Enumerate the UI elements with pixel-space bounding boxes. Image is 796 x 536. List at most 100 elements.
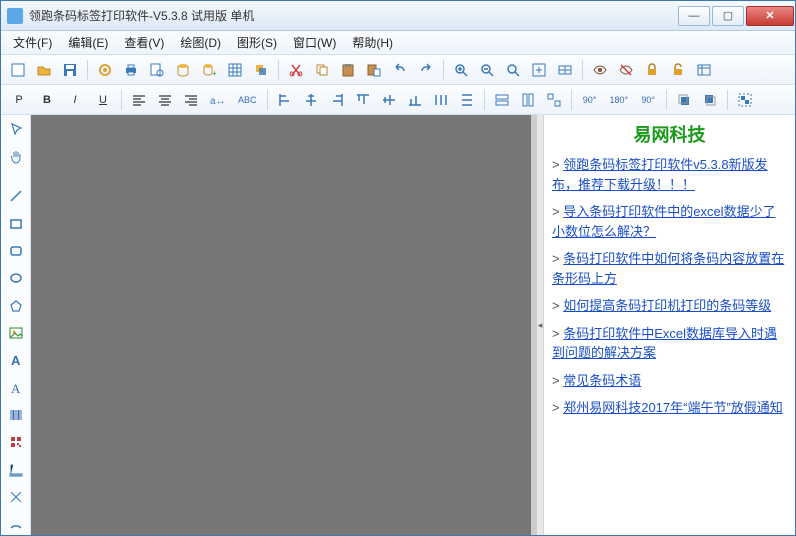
image-tool[interactable] xyxy=(5,322,27,343)
news-link[interactable]: 条码打印软件中如何将条码内容放置在条形码上方 xyxy=(552,251,784,286)
print-preview-button[interactable] xyxy=(146,59,168,81)
font-plain-button[interactable]: P xyxy=(7,89,31,111)
redo-button[interactable] xyxy=(415,59,437,81)
line-tool[interactable] xyxy=(5,186,27,207)
same-height-button[interactable] xyxy=(517,89,539,111)
print-button[interactable] xyxy=(120,59,142,81)
menu-shapes[interactable]: 图形(S) xyxy=(229,31,285,54)
open-button[interactable] xyxy=(33,59,55,81)
grid-button[interactable] xyxy=(224,59,246,81)
align-obj-vcenter-button[interactable] xyxy=(378,89,400,111)
bring-front-button[interactable] xyxy=(673,89,695,111)
distribute-v-button[interactable] xyxy=(456,89,478,111)
select-tool[interactable] xyxy=(5,119,27,140)
arrow-icon: > xyxy=(552,157,563,172)
distribute-h-button[interactable] xyxy=(430,89,452,111)
menu-file[interactable]: 文件(F) xyxy=(5,31,60,54)
zoom-fit-button[interactable] xyxy=(528,59,550,81)
align-left-button[interactable] xyxy=(128,89,150,111)
app-icon xyxy=(7,8,23,24)
hide-button[interactable] xyxy=(615,59,637,81)
align-center-button[interactable] xyxy=(154,89,176,111)
barcode-tool[interactable] xyxy=(5,404,27,425)
lock-button[interactable] xyxy=(641,59,663,81)
font-bold-button[interactable]: B xyxy=(35,89,59,111)
menu-help[interactable]: 帮助(H) xyxy=(344,31,401,54)
canvas-area[interactable] xyxy=(31,115,537,535)
undo-button[interactable] xyxy=(389,59,411,81)
news-link[interactable]: 郑州易网科技2017年“端午节”放假通知 xyxy=(563,400,783,415)
cut-button[interactable] xyxy=(285,59,307,81)
unlock-button[interactable] xyxy=(667,59,689,81)
text-tool[interactable]: A xyxy=(5,350,27,371)
same-size-button[interactable] xyxy=(543,89,565,111)
news-item: > 郑州易网科技2017年“端午节”放假通知 xyxy=(552,398,787,418)
zoom-100-button[interactable] xyxy=(554,59,576,81)
database-add-button[interactable]: + xyxy=(198,59,220,81)
properties-button[interactable] xyxy=(693,59,715,81)
text-abc-button[interactable]: ABC xyxy=(234,89,261,111)
news-link[interactable]: 导入条码打印软件中的excel数据少了小数位怎么解决？ xyxy=(552,204,776,239)
rotate-left-button[interactable]: 90° xyxy=(578,89,602,111)
zoom-out-button[interactable] xyxy=(476,59,498,81)
align-obj-left-button[interactable] xyxy=(274,89,296,111)
ruler-tool[interactable] xyxy=(5,459,27,480)
align-obj-top-button[interactable] xyxy=(352,89,374,111)
news-link[interactable]: 条码打印软件中Excel数据库导入时遇到问题的解决方案 xyxy=(552,326,777,361)
roundrect-tool[interactable] xyxy=(5,240,27,261)
news-link[interactable]: 如何提高条码打印机打印的条码等级 xyxy=(563,298,771,313)
arc-tool[interactable] xyxy=(5,514,27,535)
qrcode-tool[interactable] xyxy=(5,432,27,453)
polygon-tool[interactable] xyxy=(5,295,27,316)
pan-tool[interactable] xyxy=(5,146,27,167)
rect-tool[interactable] xyxy=(5,213,27,234)
char-spacing-button[interactable]: a↔b xyxy=(206,89,230,111)
news-item: > 导入条码打印软件中的excel数据少了小数位怎么解决？ xyxy=(552,202,787,241)
news-item: > 条码打印软件中如何将条码内容放置在条形码上方 xyxy=(552,249,787,288)
svg-text:a↔b: a↔b xyxy=(210,96,226,106)
font-italic-button[interactable]: I xyxy=(63,89,87,111)
zoom-in-button[interactable] xyxy=(450,59,472,81)
copy-button[interactable] xyxy=(311,59,333,81)
diagonal-tool[interactable] xyxy=(5,486,27,507)
group-button[interactable] xyxy=(734,89,756,111)
workspace: A A ◂ 易网科技 > 领跑条码标签打印软件v5.3.8新版发布，推荐下载升级… xyxy=(1,115,795,535)
send-back-button[interactable] xyxy=(699,89,721,111)
settings-button[interactable] xyxy=(94,59,116,81)
news-link[interactable]: 领跑条码标签打印软件v5.3.8新版发布，推荐下载升级！！！ xyxy=(552,157,768,192)
panel-heading: 易网科技 xyxy=(552,121,787,147)
align-obj-hcenter-button[interactable] xyxy=(300,89,322,111)
align-obj-right-button[interactable] xyxy=(326,89,348,111)
paste-special-button[interactable] xyxy=(363,59,385,81)
ellipse-tool[interactable] xyxy=(5,268,27,289)
show-button[interactable] xyxy=(589,59,611,81)
svg-text:A: A xyxy=(11,353,21,368)
richtext-tool[interactable]: A xyxy=(5,377,27,398)
news-item: > 如何提高条码打印机打印的条码等级 xyxy=(552,296,787,316)
minimize-button[interactable]: — xyxy=(678,6,710,26)
align-right-button[interactable] xyxy=(180,89,202,111)
arrow-icon: > xyxy=(552,373,563,388)
close-button[interactable]: ✕ xyxy=(746,6,794,26)
news-item: > 条码打印软件中Excel数据库导入时遇到问题的解决方案 xyxy=(552,324,787,363)
rotate-right-button[interactable]: 90° xyxy=(636,89,660,111)
menu-window[interactable]: 窗口(W) xyxy=(285,31,344,54)
same-width-button[interactable] xyxy=(491,89,513,111)
zoom-button[interactable] xyxy=(502,59,524,81)
rotate-180-button[interactable]: 180° xyxy=(606,89,633,111)
save-button[interactable] xyxy=(59,59,81,81)
paste-button[interactable] xyxy=(337,59,359,81)
menu-view[interactable]: 查看(V) xyxy=(116,31,172,54)
new-button[interactable] xyxy=(7,59,29,81)
toolbar-format: P B I U a↔b ABC 90° 180° 90° xyxy=(1,85,795,115)
menu-draw[interactable]: 绘图(D) xyxy=(172,31,229,54)
layers-button[interactable] xyxy=(250,59,272,81)
svg-text:+: + xyxy=(212,69,217,78)
news-link[interactable]: 常见条码术语 xyxy=(563,373,641,388)
database-button[interactable] xyxy=(172,59,194,81)
news-item: > 常见条码术语 xyxy=(552,371,787,391)
menu-edit[interactable]: 编辑(E) xyxy=(60,31,116,54)
font-underline-button[interactable]: U xyxy=(91,89,115,111)
maximize-button[interactable]: ▢ xyxy=(712,6,744,26)
align-obj-bottom-button[interactable] xyxy=(404,89,426,111)
